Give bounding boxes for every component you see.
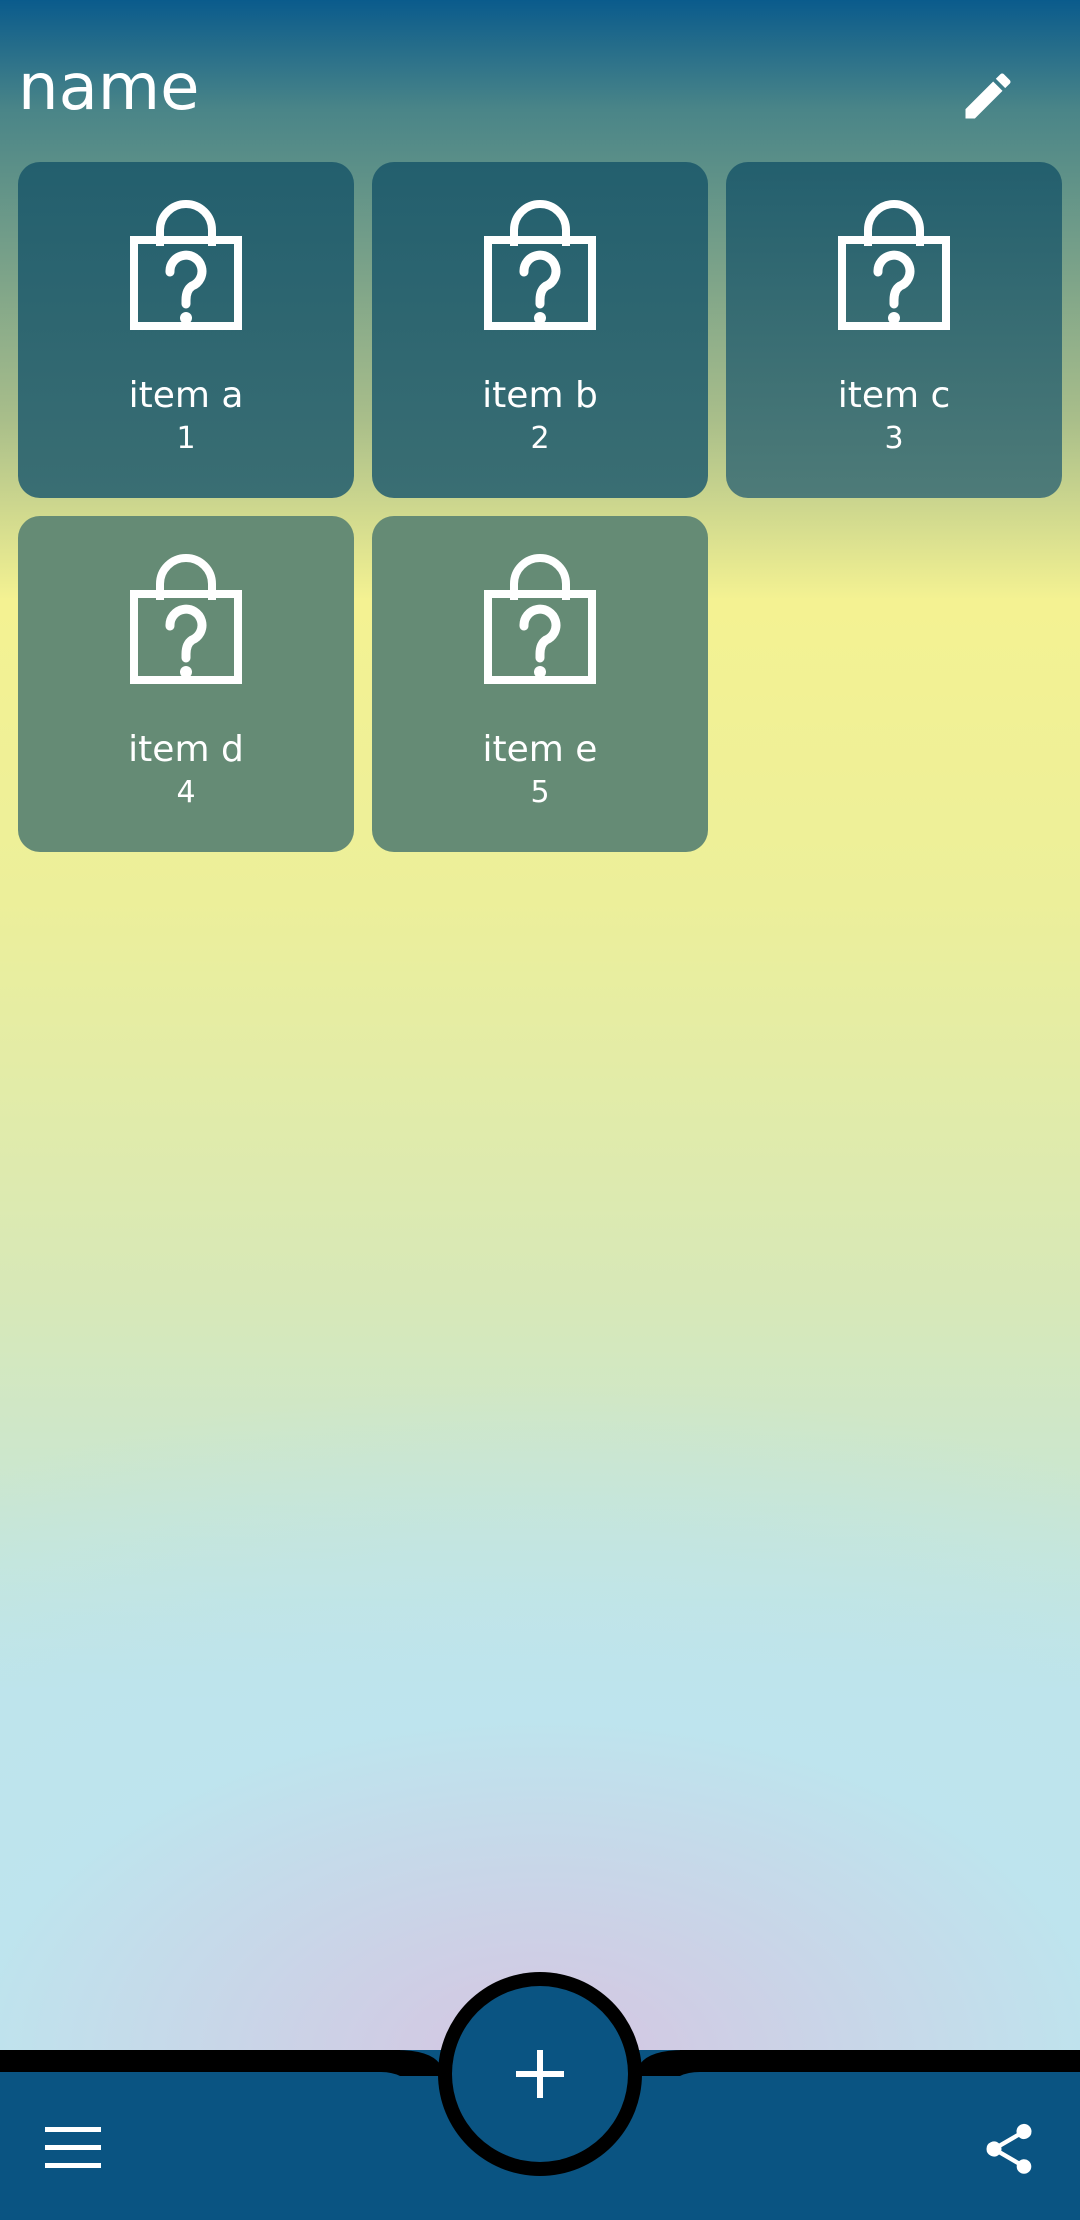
- shopping-bag-question-icon: [130, 200, 242, 330]
- item-count: 1: [176, 421, 196, 456]
- menu-button[interactable]: [28, 2108, 118, 2188]
- menu-icon: [45, 2127, 101, 2168]
- item-tile[interactable]: item e 5: [372, 516, 708, 852]
- item-count: 5: [530, 775, 550, 810]
- add-button-face: [452, 1986, 628, 2162]
- item-tile[interactable]: item b 2: [372, 162, 708, 498]
- edit-button[interactable]: [940, 48, 1036, 144]
- shopping-bag-question-icon: [484, 200, 596, 330]
- item-name: item a: [128, 375, 244, 416]
- item-name: item c: [837, 375, 951, 416]
- share-icon: [986, 2123, 1032, 2174]
- share-button[interactable]: [962, 2102, 1056, 2196]
- pencil-icon: [965, 73, 1011, 119]
- page-title: name: [18, 51, 200, 125]
- app-header: name: [0, 0, 1080, 160]
- item-tile[interactable]: item c 3: [726, 162, 1062, 498]
- item-name: item e: [482, 729, 598, 770]
- item-tile[interactable]: item d 4: [18, 516, 354, 852]
- shopping-bag-question-icon: [484, 554, 596, 684]
- item-count: 3: [884, 421, 904, 456]
- item-count: 2: [530, 421, 550, 456]
- item-name: item b: [482, 375, 598, 416]
- plus-icon: [516, 2050, 564, 2098]
- shopping-bag-question-icon: [130, 554, 242, 684]
- item-tile[interactable]: item a 1: [18, 162, 354, 498]
- item-count: 4: [176, 775, 196, 810]
- shopping-bag-question-icon: [838, 200, 950, 330]
- add-button[interactable]: [438, 1972, 642, 2176]
- item-name: item d: [128, 729, 244, 770]
